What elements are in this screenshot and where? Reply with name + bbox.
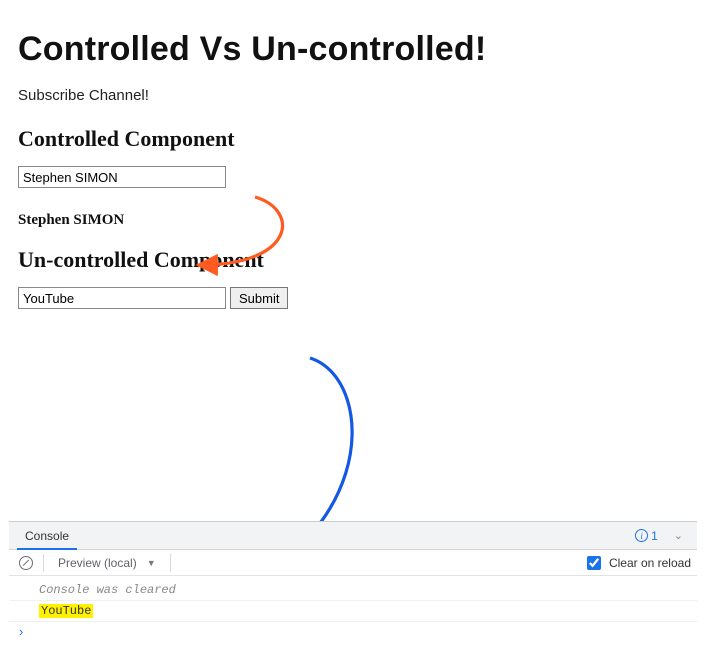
tab-console[interactable]: Console (17, 523, 77, 549)
controlled-echo-text: Stephen SIMON (18, 212, 691, 229)
devtools-tabbar: Console i 1 ⌄ (9, 522, 697, 550)
info-icon: i (635, 529, 648, 542)
controlled-input[interactable] (18, 166, 226, 188)
submit-button[interactable]: Submit (230, 287, 288, 309)
toolbar-divider (170, 554, 171, 572)
console-log-value: YouTube (39, 604, 93, 618)
page-title: Controlled Vs Un-controlled! (18, 30, 691, 69)
context-label: Preview (local) (58, 556, 137, 570)
console-cleared-message: Console was cleared (9, 580, 697, 601)
clear-on-reload-label: Clear on reload (609, 556, 691, 570)
devtools-panel: Console i 1 ⌄ Preview (local) ▼ Clear on… (9, 521, 697, 647)
clear-on-reload-toggle[interactable]: Clear on reload (583, 553, 691, 573)
console-log-line: YouTube (9, 601, 697, 622)
clear-console-icon[interactable] (19, 556, 33, 570)
chevron-down-icon[interactable]: ⌄ (668, 529, 689, 542)
clear-on-reload-checkbox[interactable] (587, 556, 601, 570)
info-count-value: 1 (651, 529, 658, 543)
toolbar-divider (43, 554, 44, 572)
console-log-area: Console was cleared YouTube › (9, 576, 697, 647)
console-prompt[interactable]: › (9, 622, 697, 641)
controlled-heading: Controlled Component (18, 126, 691, 152)
dropdown-triangle-icon: ▼ (147, 558, 156, 568)
uncontrolled-heading: Un-controlled Component (18, 247, 691, 273)
console-toolbar: Preview (local) ▼ Clear on reload (9, 550, 697, 576)
uncontrolled-input[interactable] (18, 287, 226, 309)
info-count-badge[interactable]: i 1 (635, 529, 658, 543)
subtitle-text: Subscribe Channel! (18, 87, 691, 104)
context-selector[interactable]: Preview (local) ▼ (50, 556, 164, 570)
